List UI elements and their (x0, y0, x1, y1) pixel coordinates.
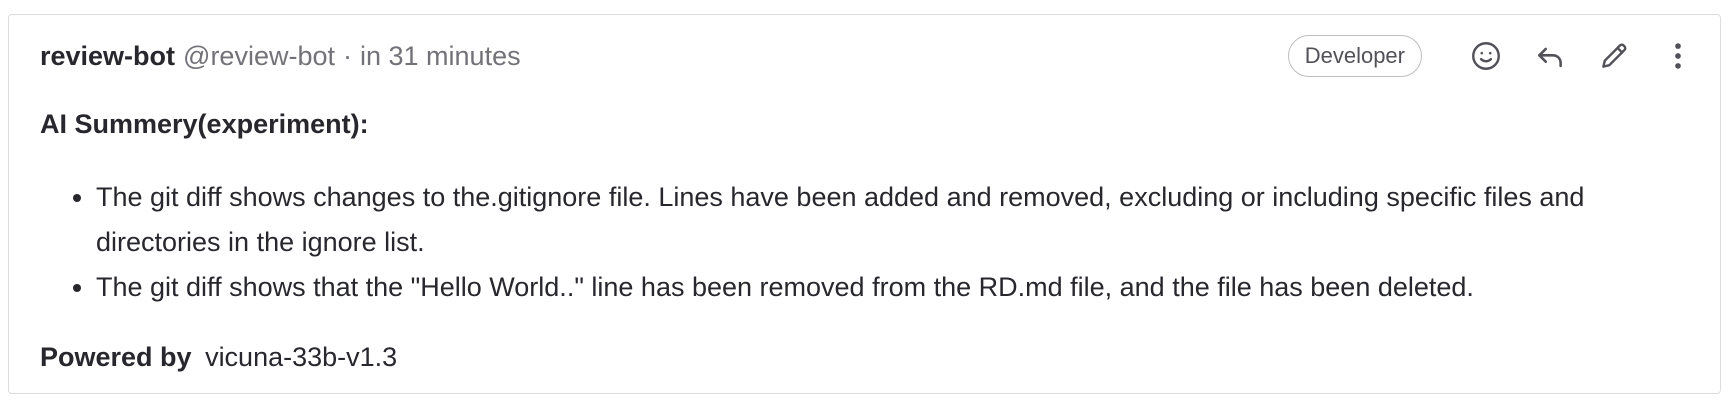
list-item: The git diff shows that the "Hello World… (96, 265, 1690, 310)
comment-note: review-bot @review-bot · in 31 minutes D… (8, 14, 1721, 394)
pencil-icon (1602, 43, 1627, 68)
summary-list: The git diff shows changes to the.gitign… (40, 175, 1690, 310)
more-actions-button[interactable] (1656, 34, 1700, 78)
note-body: AI Summery(experiment): The git diff sho… (40, 107, 1690, 374)
note-actions: Developer (1287, 33, 1700, 79)
smiley-icon (1472, 42, 1500, 70)
list-item: The git diff shows changes to the.gitign… (96, 175, 1690, 265)
reply-icon (1538, 47, 1562, 68)
add-reaction-button[interactable] (1464, 34, 1508, 78)
model-name: vicuna-33b-v1.3 (205, 342, 398, 372)
author-name[interactable]: review-bot (40, 41, 175, 72)
separator: · (343, 40, 352, 71)
powered-by-line: Powered by vicuna-33b-v1.3 (40, 340, 1690, 374)
more-vertical-icon (1675, 43, 1681, 69)
edit-button[interactable] (1592, 34, 1636, 78)
timestamp[interactable]: in 31 minutes (360, 41, 521, 72)
role-badge: Developer (1287, 35, 1422, 77)
powered-by-label: Powered by (40, 342, 192, 372)
summary-heading: AI Summery(experiment): (40, 109, 369, 139)
author-handle[interactable]: @review-bot (183, 41, 335, 72)
note-header: review-bot @review-bot · in 31 minutes (40, 39, 521, 73)
reply-button[interactable] (1528, 34, 1572, 78)
